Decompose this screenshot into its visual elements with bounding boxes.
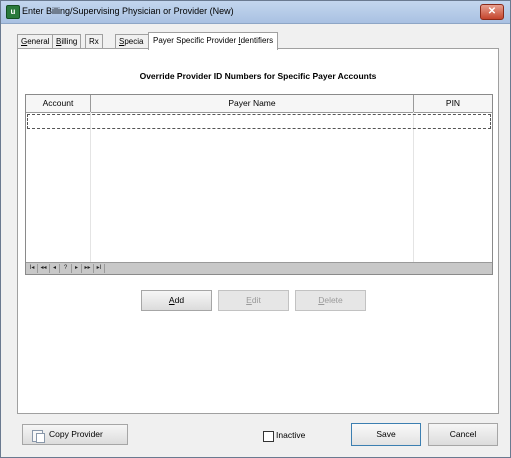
section-heading: Override Provider ID Numbers for Specifi… (139, 71, 377, 81)
nav-prev-page-icon[interactable]: ◂◂ (38, 264, 50, 273)
delete-button[interactable]: Delete (295, 290, 366, 311)
window-title: Enter Billing/Supervising Physician or P… (22, 6, 234, 16)
dialog-window: u Enter Billing/Supervising Physician or… (0, 0, 511, 458)
column-header-account[interactable]: Account (26, 95, 91, 112)
tab-payer-specific-provider-identifiers[interactable]: Payer Specific Provider Identifiers (148, 32, 279, 50)
tab-rx[interactable]: Rx (85, 34, 103, 48)
edit-button[interactable]: Edit (218, 290, 289, 311)
inactive-checkbox[interactable] (263, 431, 274, 442)
column-header-pin[interactable]: PIN (414, 95, 492, 112)
column-header-payer-name[interactable]: Payer Name (91, 95, 414, 112)
nav-last-icon[interactable]: ▸I (94, 264, 105, 273)
save-button[interactable]: Save (351, 423, 421, 446)
nav-next-page-icon[interactable]: ▸▸ (82, 264, 94, 273)
tab-billing[interactable]: Billing (52, 34, 82, 48)
nav-first-icon[interactable]: I◂ (27, 264, 38, 273)
nav-next-icon[interactable]: ▸ (72, 264, 82, 273)
copy-provider-button[interactable]: Copy Provider (22, 424, 128, 445)
app-icon: u (6, 5, 20, 19)
grid-navigator: I◂ ◂◂ ◂ ? ▸ ▸▸ ▸I (26, 262, 492, 274)
add-button[interactable]: Add (141, 290, 212, 311)
column-divider (90, 112, 91, 263)
grid-new-row[interactable] (27, 114, 491, 129)
copy-provider-label: Copy Provider (49, 429, 103, 439)
payer-id-grid[interactable]: Account Payer Name PIN I◂ ◂◂ ◂ ? ▸ ▸▸ ▸I (25, 94, 493, 275)
column-divider (413, 112, 414, 263)
nav-prev-icon[interactable]: ◂ (50, 264, 60, 273)
nav-goto-icon[interactable]: ? (60, 264, 72, 273)
tab-general[interactable]: General (17, 34, 54, 48)
close-button[interactable]: ✕ (480, 4, 504, 20)
grid-header: Account Payer Name PIN (26, 95, 492, 113)
cancel-button[interactable]: Cancel (428, 423, 498, 446)
inactive-label[interactable]: Inactive (276, 430, 305, 440)
title-bar[interactable]: u Enter Billing/Supervising Physician or… (1, 1, 510, 24)
tab-panel: Override Provider ID Numbers for Specifi… (17, 48, 499, 414)
copy-icon (32, 430, 45, 443)
